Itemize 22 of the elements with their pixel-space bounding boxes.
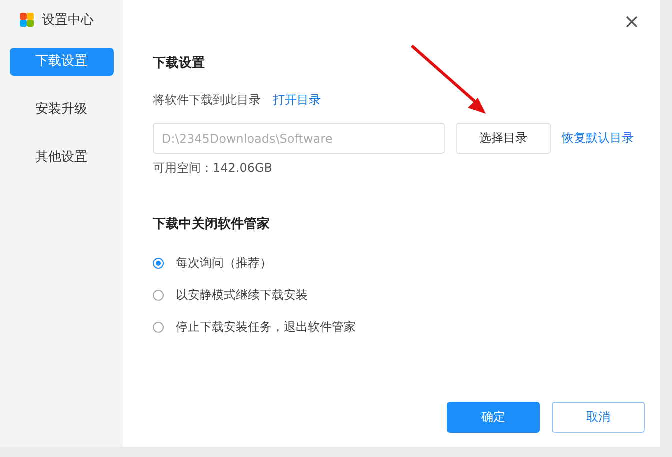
radio-button[interactable] (153, 322, 164, 333)
open-folder-link[interactable]: 打开目录 (273, 92, 321, 109)
radio-button[interactable] (153, 290, 164, 301)
path-field[interactable]: D:\2345Downloads\Software (153, 123, 445, 154)
radio-button[interactable] (153, 258, 164, 269)
reset-folder-link[interactable]: 恢复默认目录 (562, 130, 634, 147)
free-space-text: 可用空间：142.06GB (153, 160, 274, 177)
section-heading: 下载中关闭软件管家 (153, 216, 271, 233)
field-label: 将软件下载到此目录 (153, 92, 261, 109)
sidebar-item[interactable]: 其他设置 (10, 144, 114, 172)
ok-button[interactable]: 确定 (447, 402, 540, 433)
section-heading: 下载设置 (153, 55, 206, 72)
cancel-button[interactable]: 取消 (552, 402, 645, 433)
close-button[interactable] (624, 14, 640, 30)
sidebar-item[interactable]: 下载设置 (10, 48, 114, 76)
sidebar-item[interactable]: 安装升级 (10, 96, 114, 124)
radio-label: 停止下载安装任务，退出软件管家 (176, 319, 356, 336)
window-title: 设置中心 (42, 12, 94, 29)
app-logo-icon (20, 13, 34, 27)
radio-label: 每次询问（推荐） (176, 255, 272, 272)
choose-folder-button[interactable]: 选择目录 (456, 123, 551, 154)
radio-label: 以安静模式继续下载安装 (176, 287, 308, 304)
